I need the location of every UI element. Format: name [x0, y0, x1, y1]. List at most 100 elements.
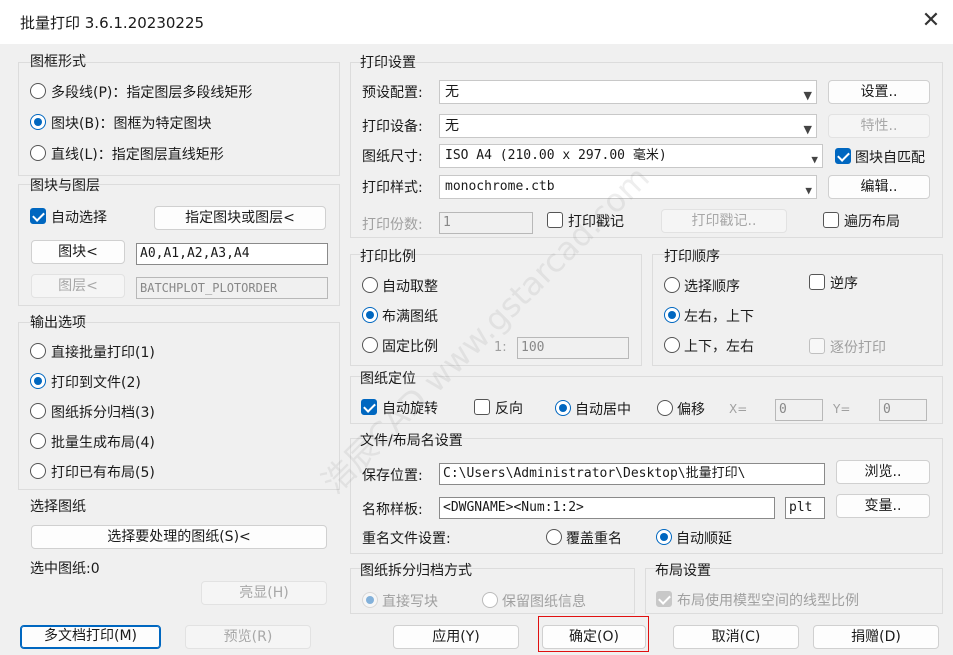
save-location-label: 保存位置:	[362, 468, 423, 484]
auto-select-label[interactable]: 自动选择	[51, 207, 107, 227]
apply-button[interactable]: 应用(Y)	[393, 625, 519, 649]
traverse-layout-label[interactable]: 遍历布局	[844, 211, 900, 231]
radio-polyline[interactable]	[30, 83, 46, 99]
chevron-down-icon: ▼	[803, 89, 812, 102]
auto-rotate-checkbox[interactable]	[361, 399, 377, 415]
paper-size-value: ISO A4 (210.00 x 297.00 毫米)	[445, 148, 667, 163]
radio-auto-round-label[interactable]: 自动取整	[382, 276, 438, 296]
stamp-button[interactable]: 打印戳记..	[661, 209, 787, 233]
radio-existing-layout[interactable]	[30, 463, 46, 479]
radio-keep-info-label[interactable]: 保留图纸信息	[502, 591, 586, 611]
preview-button[interactable]: 预览(R)	[185, 625, 311, 649]
stamp-checkbox[interactable]	[547, 212, 563, 228]
block-match-checkbox[interactable]	[835, 148, 851, 164]
layout-title: 布局设置	[655, 563, 711, 579]
cancel-button[interactable]: 取消(C)	[673, 625, 799, 649]
radio-keep-info[interactable]	[482, 592, 498, 608]
name-template-label: 名称样板:	[362, 502, 423, 518]
settings-button[interactable]: 设置..	[828, 80, 930, 104]
specify-block-layer-button[interactable]: 指定图块或图层<	[154, 206, 326, 230]
radio-auto-increment-label[interactable]: 自动顺延	[676, 528, 732, 548]
name-template-input[interactable]: <DWGNAME><Num:1:2>	[439, 497, 775, 519]
radio-block[interactable]	[30, 114, 46, 130]
chevron-down-icon: ▼	[805, 184, 812, 197]
donate-button[interactable]: 捐赠(D)	[813, 625, 939, 649]
radio-batch-layout-label[interactable]: 批量生成布局(4)	[51, 432, 155, 452]
multi-doc-print-button[interactable]: 多文档打印(M)	[20, 625, 161, 649]
radio-auto-round[interactable]	[362, 277, 378, 293]
radio-line-label[interactable]: 直线(L)：指定图层直线矩形	[51, 144, 224, 164]
radio-select-order[interactable]	[664, 277, 680, 293]
radio-lr-tb[interactable]	[664, 307, 680, 323]
block-match-label[interactable]: 图块自匹配	[855, 147, 925, 167]
radio-select-order-label[interactable]: 选择顺序	[684, 276, 740, 296]
radio-offset-label[interactable]: 偏移	[677, 399, 705, 419]
radio-offset[interactable]	[657, 400, 673, 416]
radio-direct-print[interactable]	[30, 343, 46, 359]
block-layer-title: 图块与图层	[30, 178, 100, 194]
browse-button[interactable]: 浏览..	[836, 460, 930, 484]
ratio-input[interactable]: 100	[517, 337, 629, 359]
properties-button[interactable]: 特性..	[828, 114, 930, 138]
linetype-scale-label[interactable]: 布局使用模型空间的线型比例	[677, 590, 859, 610]
positioning-group	[350, 376, 943, 424]
copy-print-label[interactable]: 逐份打印	[830, 337, 886, 357]
radio-line[interactable]	[30, 145, 46, 161]
radio-auto-increment[interactable]	[656, 529, 672, 545]
reverse-checkbox[interactable]	[474, 399, 490, 415]
radio-batch-layout[interactable]	[30, 433, 46, 449]
radio-fit-paper-label[interactable]: 布满图纸	[382, 306, 438, 326]
save-location-input[interactable]: C:\Users\Administrator\Desktop\批量打印\	[439, 463, 825, 485]
radio-overwrite[interactable]	[546, 529, 562, 545]
radio-tb-lr-label[interactable]: 上下，左右	[684, 336, 754, 356]
copy-print-checkbox[interactable]	[809, 338, 825, 354]
radio-overwrite-label[interactable]: 覆盖重名	[566, 528, 622, 548]
radio-polyline-label[interactable]: 多段线(P)：指定图层多段线矩形	[51, 82, 252, 102]
traverse-layout-checkbox[interactable]	[823, 212, 839, 228]
radio-print-to-file-label[interactable]: 打印到文件(2)	[51, 372, 141, 392]
reverse-order-label[interactable]: 逆序	[830, 273, 858, 293]
linetype-scale-checkbox[interactable]	[656, 591, 672, 607]
radio-block-label[interactable]: 图块(B)：图框为特定图块	[51, 113, 212, 133]
edit-button[interactable]: 编辑..	[828, 175, 930, 199]
radio-direct-print-label[interactable]: 直接批量打印(1)	[51, 342, 155, 362]
radio-existing-layout-label[interactable]: 打印已有布局(5)	[51, 462, 155, 482]
stamp-label[interactable]: 打印戳记	[568, 211, 624, 231]
copies-label: 打印份数:	[362, 217, 423, 233]
variable-button[interactable]: 变量..	[836, 494, 930, 518]
radio-tb-lr[interactable]	[664, 337, 680, 353]
block-button[interactable]: 图块<	[31, 240, 125, 264]
radio-print-to-file[interactable]	[30, 373, 46, 389]
positioning-title: 图纸定位	[360, 371, 416, 387]
highlight-button[interactable]: 亮显(H)	[201, 581, 327, 605]
device-select[interactable]: 无 ▼	[439, 114, 817, 138]
select-drawing-button[interactable]: 选择要处理的图纸(S)<	[31, 525, 327, 549]
x-label: X=	[729, 402, 748, 416]
radio-fit-paper[interactable]	[362, 307, 378, 323]
radio-lr-tb-label[interactable]: 左右，上下	[684, 306, 754, 326]
radio-auto-center[interactable]	[555, 400, 571, 416]
copies-input[interactable]: 1	[439, 212, 533, 234]
close-icon[interactable]: ✕	[918, 8, 944, 34]
paper-size-select[interactable]: ISO A4 (210.00 x 297.00 毫米) ▼	[439, 144, 823, 168]
radio-split-archive[interactable]	[30, 403, 46, 419]
radio-auto-center-label[interactable]: 自动居中	[575, 399, 631, 419]
radio-fixed-ratio[interactable]	[362, 337, 378, 353]
preset-select[interactable]: 无 ▼	[439, 80, 817, 104]
y-offset-input[interactable]: 0	[879, 399, 927, 421]
print-style-select[interactable]: monochrome.ctb ▼	[439, 175, 817, 199]
reverse-label[interactable]: 反向	[495, 398, 523, 418]
auto-select-checkbox[interactable]	[30, 208, 46, 224]
reverse-order-checkbox[interactable]	[809, 274, 825, 290]
radio-direct-write-label[interactable]: 直接写块	[382, 591, 438, 611]
radio-direct-write[interactable]	[362, 592, 378, 608]
auto-rotate-label[interactable]: 自动旋转	[382, 398, 438, 418]
radio-split-archive-label[interactable]: 图纸拆分归档(3)	[51, 402, 155, 422]
file-extension-input[interactable]: plt	[785, 497, 825, 519]
device-label: 打印设备:	[362, 119, 423, 135]
x-offset-input[interactable]: 0	[775, 399, 823, 421]
block-names-input[interactable]: A0,A1,A2,A3,A4	[136, 243, 328, 265]
layer-name-input[interactable]: BATCHPLOT_PLOTORDER	[136, 277, 328, 299]
radio-fixed-ratio-label[interactable]: 固定比例	[382, 336, 438, 356]
layer-button[interactable]: 图层<	[31, 274, 125, 298]
